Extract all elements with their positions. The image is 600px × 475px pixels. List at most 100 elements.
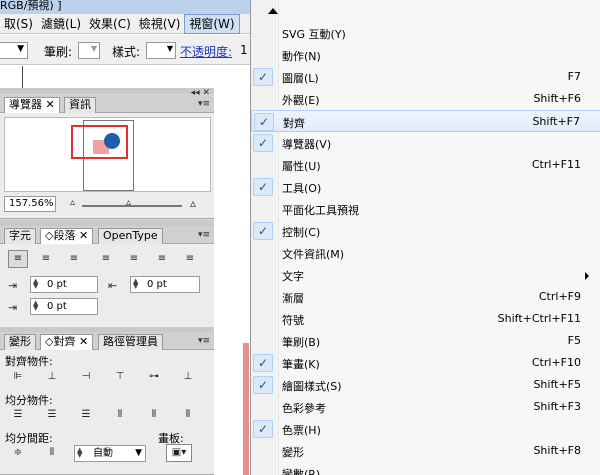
chevron-down-icon: ▼ <box>135 448 142 458</box>
menu-item[interactable]: 文件資訊(M) <box>251 242 600 264</box>
opacity-value[interactable]: 1 <box>240 43 248 57</box>
distribute-hcenter-button[interactable]: ⫴ <box>144 406 164 424</box>
tab-navigator[interactable]: 導覽器 ✕ <box>4 97 60 113</box>
menu-item-label: 變數(R) <box>282 468 321 475</box>
checkmark-icon: ✓ <box>254 113 274 131</box>
menu-item-label: 符號 <box>282 314 304 327</box>
menu-item-label: 漸層 <box>282 292 304 305</box>
tab-opentype[interactable]: OpenType <box>98 228 163 244</box>
spinner-icon[interactable]: ▲ ▼ <box>77 447 82 459</box>
menu-item[interactable]: ✓ 工具(O) <box>251 176 600 198</box>
menu-item[interactable]: 漸層 Ctrl+F9 <box>251 286 600 308</box>
distribute-hspace-button[interactable]: ⫴ <box>42 444 62 462</box>
align-bottom-edge-button[interactable]: ⊥ <box>178 368 198 386</box>
distribute-vcenter-button[interactable]: ☰ <box>42 406 62 424</box>
menu-item[interactable]: ✓ 色票(H) <box>251 418 600 440</box>
align-left-button[interactable]: ≡ <box>8 250 28 268</box>
tab-info[interactable]: 資訊 <box>64 97 96 113</box>
panel-menu-icon[interactable]: ▾≡ <box>198 99 210 109</box>
menu-item[interactable]: 符號 Shift+Ctrl+F11 <box>251 308 600 330</box>
close-icon[interactable]: ✕ <box>79 335 88 348</box>
spinner-icon[interactable]: ▲ ▼ <box>33 300 38 312</box>
menu-filter[interactable]: 濾鏡(L) <box>37 15 85 33</box>
menu-effect[interactable]: 效果(C) <box>85 15 135 33</box>
menu-item[interactable]: 平面化工具預視 <box>251 198 600 220</box>
distribute-bottom-button[interactable]: ☰ <box>76 406 96 424</box>
close-icon[interactable]: ✕ <box>79 229 88 242</box>
chevron-down-icon: ▼ <box>166 44 173 53</box>
menu-item-label: SVG 互動(Y) <box>282 28 346 41</box>
navigator-preview[interactable] <box>4 117 211 192</box>
menu-item-label: 對齊 <box>283 117 305 130</box>
menu-item[interactable]: 動作(N) <box>251 44 600 66</box>
tab-transform[interactable]: 變形 <box>4 334 36 350</box>
distribute-left-button[interactable]: ⫴ <box>110 406 130 424</box>
justify-left-button[interactable]: ≡ <box>96 250 116 268</box>
align-vertical-center-button[interactable]: ⊶ <box>144 368 164 386</box>
panel-grip[interactable] <box>0 88 214 94</box>
align-top-edge-button[interactable]: ⊤ <box>110 368 130 386</box>
spinner-icon[interactable]: ▲ ▼ <box>133 278 138 290</box>
menu-item-shortcut: Ctrl+F11 <box>531 158 581 171</box>
align-objects-label: 對齊物件: <box>5 355 53 368</box>
menu-item[interactable]: ✓ 筆畫(K) Ctrl+F10 <box>251 352 600 374</box>
distribute-vspace-button[interactable]: ≑ <box>8 444 28 462</box>
align-right-edge-button[interactable]: ⊣ <box>76 368 96 386</box>
align-right-button[interactable]: ≡ <box>64 250 84 268</box>
menu-item[interactable]: 外觀(E) Shift+F6 <box>251 88 600 110</box>
justify-center-button[interactable]: ≡ <box>124 250 144 268</box>
menu-item[interactable]: 屬性(U) Ctrl+F11 <box>251 154 600 176</box>
menu-item[interactable]: 變數(R) <box>251 462 600 475</box>
tab-paragraph[interactable]: ◇段落 ✕ <box>40 228 94 244</box>
menu-select[interactable]: 取(S) <box>0 15 37 33</box>
justify-all-button[interactable]: ≡ <box>180 250 200 268</box>
menu-window[interactable]: 視窗(W) <box>184 13 240 34</box>
chevron-down-icon: ▼ <box>17 44 24 54</box>
align-left-edge-button[interactable]: ⊫ <box>8 368 28 386</box>
spacing-dropdown[interactable]: ▲ ▼ 自動 ▼ <box>74 445 146 462</box>
menu-item-label: 筆刷(B) <box>282 336 321 349</box>
close-icon[interactable]: ✕ <box>46 98 55 111</box>
menu-item[interactable]: 色彩參考 Shift+F3 <box>251 396 600 418</box>
opacity-link[interactable]: 不透明度: <box>180 43 232 60</box>
menu-item[interactable]: 筆刷(B) F5 <box>251 330 600 352</box>
scroll-up-icon[interactable] <box>268 8 278 14</box>
style-dropdown[interactable]: ▼ <box>146 42 176 59</box>
distribute-top-button[interactable]: ☰ <box>8 406 28 424</box>
menu-item[interactable]: ✓ 繪圖樣式(S) Shift+F5 <box>251 374 600 396</box>
indent-right-icon: ⇤ <box>108 279 118 292</box>
tab-align[interactable]: ◇對齊 ✕ <box>40 334 94 350</box>
stroke-dropdown[interactable]: ▼ <box>0 42 28 59</box>
align-center-button[interactable]: ≡ <box>36 250 56 268</box>
zoom-field[interactable]: 157.56% <box>4 196 56 212</box>
chevron-down-icon: ▼ <box>90 44 97 53</box>
menu-item[interactable]: ✓ 對齊 Shift+F7 <box>251 110 600 132</box>
zoom-out-icon[interactable]: ▵ <box>70 197 75 208</box>
distribute-right-button[interactable]: ⫴ <box>178 406 198 424</box>
window-menu: SVG 互動(Y) 動作(N) ✓ 圖層(L) F7 外觀(E) Shift+F6 ✓ 對齊 Sh… <box>250 0 600 475</box>
menu-item[interactable]: ✓ 導覽器(V) <box>251 132 600 154</box>
tab-character[interactable]: 字元 <box>4 228 36 244</box>
menu-item[interactable]: SVG 互動(Y) <box>251 22 600 44</box>
zoom-in-icon[interactable]: ▵ <box>190 196 196 210</box>
spinner-icon[interactable]: ▲ ▼ <box>33 278 38 290</box>
tab-pathfinder[interactable]: 路徑管理員 <box>98 334 163 350</box>
panel-menu-icon[interactable]: ▾≡ <box>198 336 210 346</box>
menu-view[interactable]: 檢視(V) <box>135 15 185 33</box>
view-rectangle[interactable] <box>71 125 128 159</box>
menu-item-label: 屬性(U) <box>282 160 321 173</box>
indent-left-field[interactable]: ▲ ▼ 0 pt <box>30 276 98 293</box>
slider-thumb[interactable]: ▵ <box>126 197 131 208</box>
first-line-indent-field[interactable]: ▲ ▼ 0 pt <box>30 298 98 315</box>
menu-item[interactable]: 文字 <box>251 264 600 286</box>
menu-item[interactable]: ✓ 圖層(L) F7 <box>251 66 600 88</box>
brush-dropdown[interactable]: ▼ <box>78 42 100 59</box>
zoom-slider[interactable] <box>82 205 182 207</box>
align-to-artboard-button[interactable]: ▣▾ <box>166 444 192 462</box>
panel-menu-icon[interactable]: ▾≡ <box>198 230 210 240</box>
align-horizontal-center-button[interactable]: ⊥ <box>42 368 62 386</box>
justify-right-button[interactable]: ≡ <box>152 250 172 268</box>
menu-item[interactable]: ✓ 控制(C) <box>251 220 600 242</box>
menu-item[interactable]: 變形 Shift+F8 <box>251 440 600 462</box>
indent-right-field[interactable]: ▲ ▼ 0 pt <box>130 276 200 293</box>
